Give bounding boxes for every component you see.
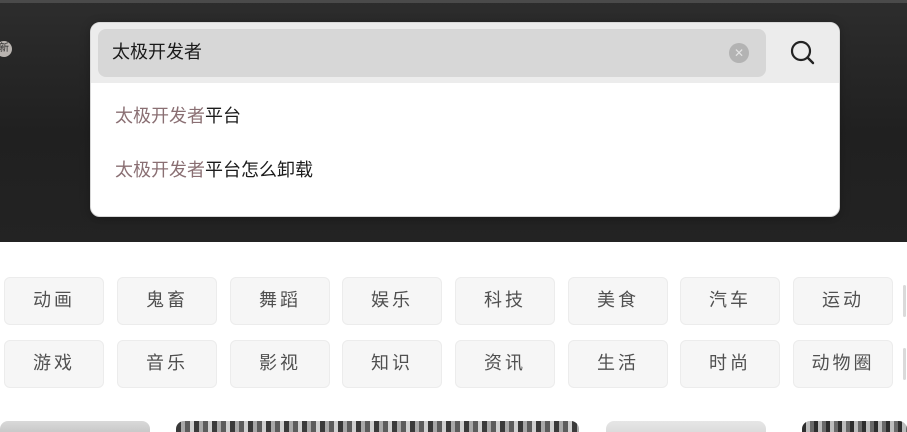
- category-animals[interactable]: 动物圈: [793, 340, 893, 388]
- category-row-1: 动画 鬼畜 舞蹈 娱乐 科技 美食 汽车 运动: [0, 277, 907, 325]
- video-thumbnail[interactable]: [802, 421, 907, 432]
- search-icon: [790, 40, 815, 65]
- category-film[interactable]: 影视: [230, 340, 330, 388]
- search-input[interactable]: [112, 29, 712, 77]
- video-thumbnail[interactable]: [606, 421, 766, 432]
- search-panel: ✕ 太极开发者平台 太极开发者平台怎么卸载: [90, 22, 840, 217]
- category-fashion[interactable]: 时尚: [680, 340, 780, 388]
- category-anime[interactable]: 动画: [4, 277, 104, 325]
- search-bar: ✕: [91, 23, 839, 83]
- suggestion-highlight: 太极开发者: [115, 106, 205, 127]
- hero-banner: 新 ✕ 太极开发者平台 太极开发者平台怎么卸载: [0, 0, 907, 242]
- search-field: ✕: [98, 29, 766, 77]
- category-news[interactable]: 资讯: [455, 340, 555, 388]
- category-life[interactable]: 生活: [568, 340, 668, 388]
- category-tech[interactable]: 科技: [455, 277, 555, 325]
- category-food[interactable]: 美食: [568, 277, 668, 325]
- hero-edge-badge: 新: [0, 41, 12, 57]
- clear-icon[interactable]: ✕: [729, 43, 749, 63]
- category-music[interactable]: 音乐: [117, 340, 217, 388]
- hero-top-divider: [0, 0, 907, 3]
- category-entertainment[interactable]: 娱乐: [342, 277, 442, 325]
- search-button[interactable]: [780, 32, 826, 74]
- suggestion-item[interactable]: 太极开发者平台怎么卸载: [115, 156, 313, 186]
- video-thumbnail[interactable]: [0, 421, 150, 432]
- suggestion-highlight: 太极开发者: [115, 160, 205, 181]
- suggestion-rest: 平台怎么卸载: [205, 160, 313, 181]
- suggestion-item[interactable]: 太极开发者平台: [115, 102, 241, 132]
- category-sports[interactable]: 运动: [793, 277, 893, 325]
- category-games[interactable]: 游戏: [4, 340, 104, 388]
- video-thumbnail[interactable]: [176, 421, 579, 432]
- category-overflow-edge: [903, 348, 906, 380]
- suggestion-rest: 平台: [205, 106, 241, 127]
- category-row-2: 游戏 音乐 影视 知识 资讯 生活 时尚 动物圈: [0, 340, 907, 388]
- category-knowledge[interactable]: 知识: [342, 340, 442, 388]
- category-dance[interactable]: 舞蹈: [230, 277, 330, 325]
- category-cars[interactable]: 汽车: [680, 277, 780, 325]
- category-overflow-edge: [903, 285, 906, 317]
- category-guichu[interactable]: 鬼畜: [117, 277, 217, 325]
